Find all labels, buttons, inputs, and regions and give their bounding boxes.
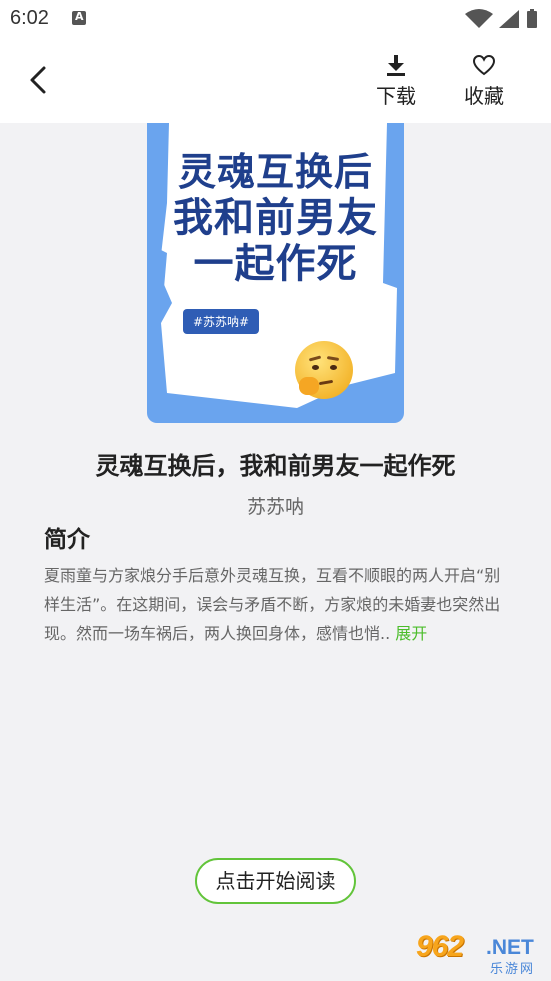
- thinking-face-emoji: [295, 341, 353, 399]
- system-status-icons: [465, 9, 537, 28]
- intro-body: 夏雨童与方家烺分手后意外灵魂互换，互看不顺眼的两人开启“别样生活”。在这期间，误…: [44, 566, 501, 643]
- back-button[interactable]: [22, 60, 58, 100]
- site-watermark: 962 .NET 乐游网: [412, 930, 546, 977]
- heart-icon: [472, 54, 496, 76]
- battery-icon: [527, 11, 537, 28]
- download-label: 下载: [376, 84, 416, 108]
- status-time: 6:02: [10, 7, 49, 29]
- top-bar: 下载 收藏: [0, 38, 551, 123]
- intro-heading: 简介: [44, 527, 90, 553]
- cover-author-tag: #苏苏呐#: [183, 309, 260, 334]
- intro-text: 夏雨童与方家烺分手后意外灵魂互换，互看不顺眼的两人开启“别样生活”。在这期间，误…: [44, 561, 506, 648]
- cover-title-line3: 一起作死: [193, 241, 358, 287]
- book-title: 灵魂互换后，我和前男友一起作死: [95, 452, 456, 480]
- back-arrow-icon: [30, 66, 46, 94]
- watermark-cn: 乐游网: [490, 962, 536, 977]
- watermark-domain: .NET: [486, 936, 534, 959]
- book-author: 苏苏呐: [246, 496, 304, 518]
- status-bar: 6:02: [0, 0, 551, 38]
- watermark-number: 962: [416, 930, 464, 963]
- favorite-button[interactable]: 收藏: [449, 52, 519, 109]
- wifi-icon: [465, 9, 493, 28]
- download-button[interactable]: 下载: [361, 52, 431, 109]
- notification-app-icon: [72, 10, 86, 25]
- download-icon: [387, 55, 405, 76]
- signal-icon: [499, 10, 519, 28]
- favorite-label: 收藏: [464, 84, 504, 108]
- book-cover: 灵魂互换后 我和前男友 一起作死 #苏苏呐#: [147, 123, 404, 423]
- expand-link[interactable]: 展开: [395, 624, 427, 643]
- start-reading-button[interactable]: 点击开始阅读: [195, 858, 356, 904]
